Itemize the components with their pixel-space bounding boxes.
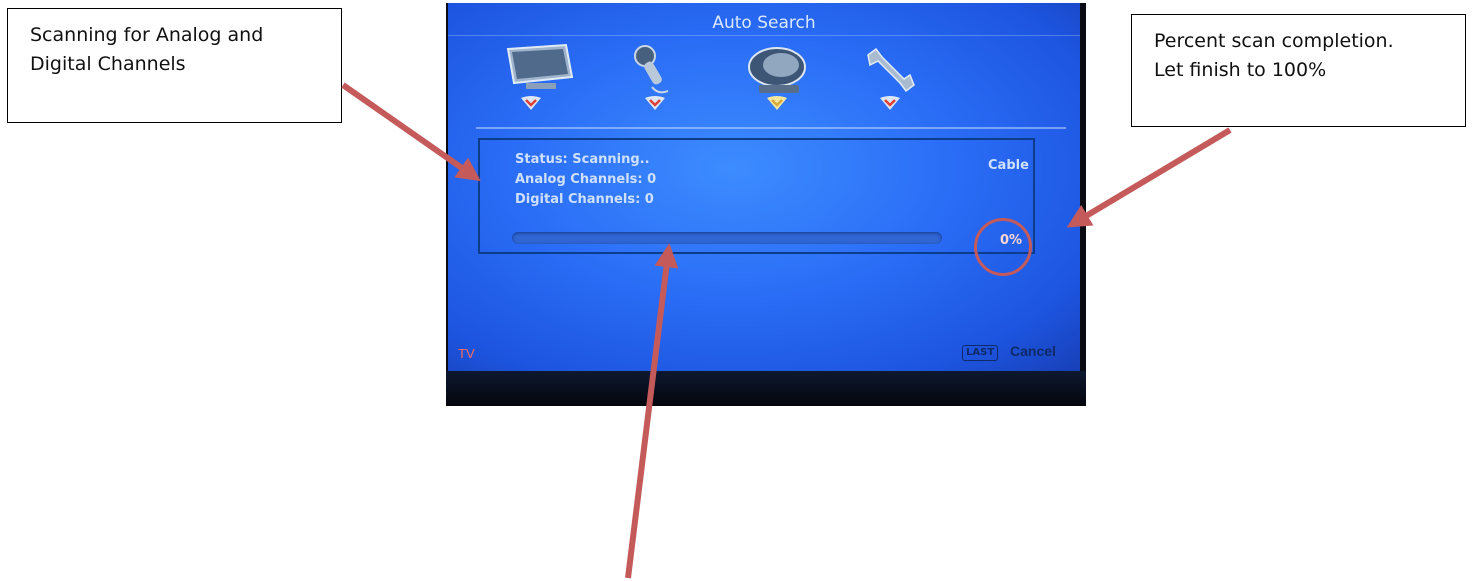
arrow-to-percent (1066, 127, 1232, 228)
annotation-arrows (341, 82, 1232, 579)
arrow-to-status (341, 82, 481, 182)
arrow-to-progress-bar (625, 243, 679, 579)
